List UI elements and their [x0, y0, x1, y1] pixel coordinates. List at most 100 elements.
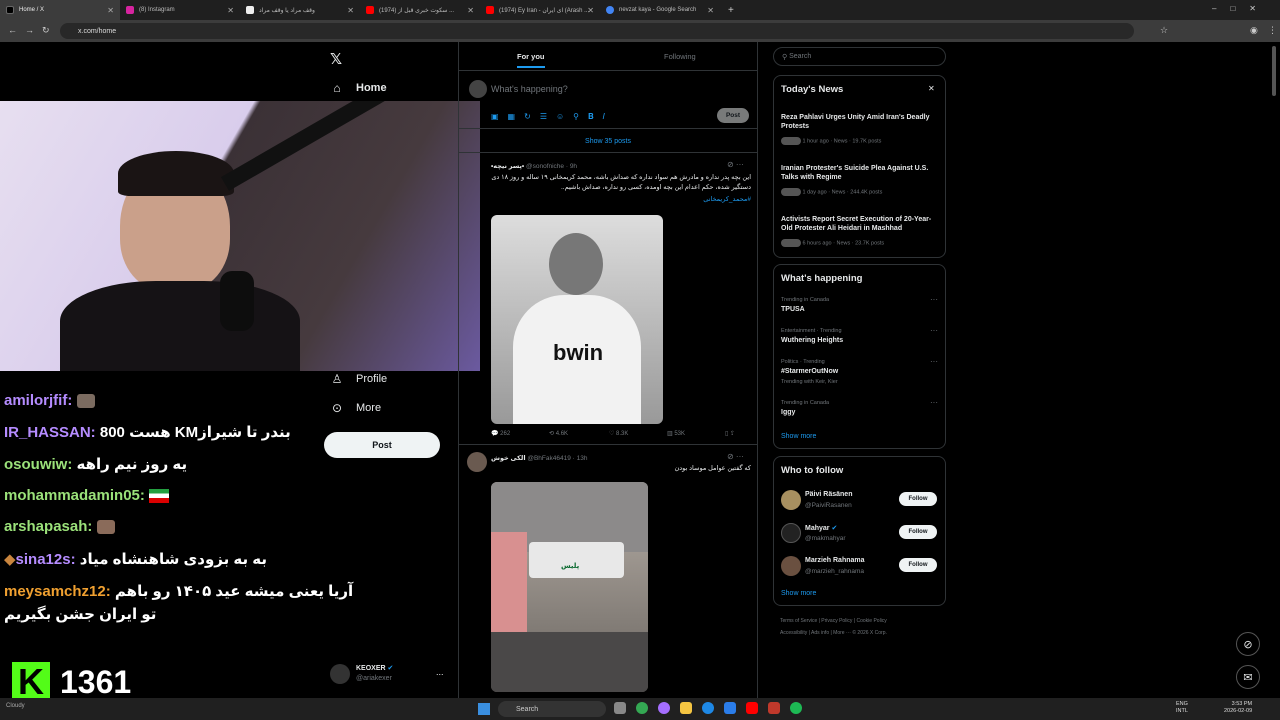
- tab-youtube-2[interactable]: (1974) Ey Iran - ای ایران (Arash ... ✕: [480, 0, 600, 20]
- post-button[interactable]: Post: [324, 432, 440, 458]
- search-input[interactable]: ⚲ Search: [773, 47, 946, 66]
- close-tab-icon[interactable]: ✕: [587, 6, 594, 15]
- divider: [459, 128, 757, 129]
- follow-name[interactable]: Mahyar ✔: [805, 524, 837, 532]
- bookmark-share-icons[interactable]: ▯ ⇪: [725, 430, 735, 437]
- home-icon: ⌂: [333, 81, 341, 95]
- tab-label: وقف مراد یا وقف مراد: [259, 7, 315, 14]
- close-tab-icon[interactable]: ✕: [227, 6, 234, 15]
- edge-icon[interactable]: [702, 702, 714, 714]
- close-tab-icon[interactable]: ✕: [107, 6, 114, 15]
- tab-following[interactable]: Following: [664, 52, 696, 61]
- grok-float-icon[interactable]: ⊘: [1236, 632, 1260, 656]
- streamer-body: [60, 281, 300, 371]
- trend-more-icon[interactable]: ···: [930, 326, 938, 335]
- menu-icon[interactable]: ⋮: [1268, 25, 1277, 36]
- follow-button[interactable]: Follow: [899, 492, 937, 506]
- avatar[interactable]: [467, 452, 487, 472]
- new-tab-button[interactable]: +: [720, 5, 742, 16]
- post-author[interactable]: •پسر نیچه• @sonofniche · 9h: [491, 162, 577, 170]
- trend-more-icon[interactable]: ···: [930, 357, 938, 366]
- like-action[interactable]: ♡ 8.3K: [609, 430, 628, 437]
- avatar[interactable]: [781, 490, 801, 510]
- account-more-icon[interactable]: ...: [436, 667, 444, 677]
- tab-instagram[interactable]: (8) Instagram ✕: [120, 0, 240, 20]
- chrome-icon[interactable]: [636, 702, 648, 714]
- footer-links[interactable]: Terms of Service | Privacy Policy | Cook…: [780, 618, 887, 624]
- app-icon[interactable]: [658, 702, 670, 714]
- follow-button[interactable]: Follow: [899, 558, 937, 572]
- tab-home-x[interactable]: Home / X ✕: [0, 0, 120, 20]
- who-to-follow-card: Who to follow Päivi Räsänen @PaiviRasane…: [773, 456, 946, 606]
- tab-google[interactable]: nevzat kaya - Google Search ✕: [600, 0, 720, 20]
- chat-message: ◆sina12s: به به بزودی شاهنشاه میاد: [4, 551, 268, 568]
- post-hashtag[interactable]: #محمد_کریمخانی: [487, 195, 751, 203]
- more-circle-icon: ⊙: [331, 401, 343, 415]
- compose-post-button[interactable]: Post: [717, 108, 749, 123]
- show-more-link[interactable]: Show more: [781, 590, 816, 597]
- x-logo-icon[interactable]: 𝕏: [330, 50, 342, 68]
- reply-action[interactable]: 💬 262: [491, 430, 510, 437]
- chat-message: تو ایران جشن بگیریم: [4, 606, 157, 623]
- tab-for-you[interactable]: For you: [517, 52, 545, 61]
- follow-name[interactable]: Marzieh Rahnama: [805, 557, 865, 564]
- weather-widget[interactable]: Cloudy: [6, 703, 25, 709]
- news-item-title[interactable]: Activists Report Secret Execution of 20-…: [781, 215, 941, 233]
- trend-name[interactable]: Iggy: [781, 409, 795, 416]
- trend-more-icon[interactable]: ···: [930, 398, 938, 407]
- follow-button[interactable]: Follow: [899, 525, 937, 539]
- explorer-icon[interactable]: [680, 702, 692, 714]
- trend-name[interactable]: #StarmerOutNow: [781, 368, 838, 375]
- news-item-title[interactable]: Iranian Protester's Suicide Plea Against…: [781, 164, 941, 182]
- show-more-link[interactable]: Show more: [781, 433, 816, 440]
- forward-icon[interactable]: →: [25, 25, 34, 35]
- trend-name[interactable]: TPUSA: [781, 306, 805, 313]
- tab-3[interactable]: وقف مراد یا وقف مراد ✕: [240, 0, 360, 20]
- grok-icon[interactable]: ⊘ ···: [727, 160, 744, 169]
- repost-action[interactable]: ⟲ 4.6K: [549, 430, 568, 437]
- star-icon[interactable]: ☆: [1160, 25, 1168, 36]
- post-image[interactable]: bwin: [491, 215, 663, 424]
- news-item-title[interactable]: Reza Pahlavi Urges Unity Amid Iran's Dea…: [781, 113, 941, 131]
- grok-icon[interactable]: ⊘ ···: [727, 452, 744, 461]
- post-author[interactable]: الکی خوش @BhFak46419 · 13h: [491, 454, 587, 462]
- compose-toolbar-icons[interactable]: ▣▦↻☰☺⚲𝐁𝐼: [491, 112, 614, 122]
- close-tab-icon[interactable]: ✕: [707, 6, 714, 15]
- youtube-icon[interactable]: [746, 702, 758, 714]
- window-controls[interactable]: –□✕: [1212, 4, 1270, 13]
- tab-youtube-1[interactable]: (1974) سکوت خبری قبل از ... ✕: [360, 0, 480, 20]
- profile-icon[interactable]: ◉: [1250, 25, 1258, 36]
- url-input[interactable]: x.com/home: [60, 23, 1134, 39]
- post-image[interactable]: پلیس: [491, 482, 648, 692]
- follow-name[interactable]: Päivi Räsänen: [805, 491, 852, 498]
- nav-profile[interactable]: ♙ Profile: [330, 372, 388, 386]
- compose-input[interactable]: What's happening?: [491, 84, 568, 94]
- reload-icon[interactable]: ↻: [42, 25, 50, 36]
- trend-name[interactable]: Wuthering Heights: [781, 337, 843, 344]
- show-posts-link[interactable]: Show 35 posts: [459, 138, 757, 145]
- nav-more[interactable]: ⊙ More: [330, 401, 381, 415]
- trend-more-icon[interactable]: ···: [930, 295, 938, 304]
- close-tab-icon[interactable]: ✕: [467, 6, 474, 15]
- clock[interactable]: 3:53 PM 2026-02-09: [1224, 701, 1252, 715]
- taskview-icon[interactable]: [614, 702, 626, 714]
- app-icon[interactable]: [768, 702, 780, 714]
- taskbar-search[interactable]: Search: [498, 701, 606, 717]
- scrollbar[interactable]: [1272, 46, 1276, 96]
- start-icon[interactable]: [478, 703, 490, 715]
- messages-icon[interactable]: ✉: [1236, 665, 1260, 689]
- nav-home[interactable]: ⌂ Home: [330, 81, 386, 95]
- spotify-icon[interactable]: [790, 702, 802, 714]
- footer-links[interactable]: Accessibility | Ads info | More ··· © 20…: [780, 630, 887, 636]
- back-icon[interactable]: ←: [8, 25, 17, 35]
- avatar[interactable]: [330, 664, 350, 684]
- divider: [459, 70, 757, 71]
- views-action[interactable]: ▥ 53K: [667, 430, 685, 437]
- app-icon[interactable]: [724, 702, 736, 714]
- avatar[interactable]: [781, 523, 801, 543]
- avatar: [469, 80, 487, 98]
- language-indicator[interactable]: ENG INTL: [1176, 701, 1188, 715]
- close-icon[interactable]: ✕: [928, 84, 935, 93]
- avatar[interactable]: [781, 556, 801, 576]
- close-tab-icon[interactable]: ✕: [347, 6, 354, 15]
